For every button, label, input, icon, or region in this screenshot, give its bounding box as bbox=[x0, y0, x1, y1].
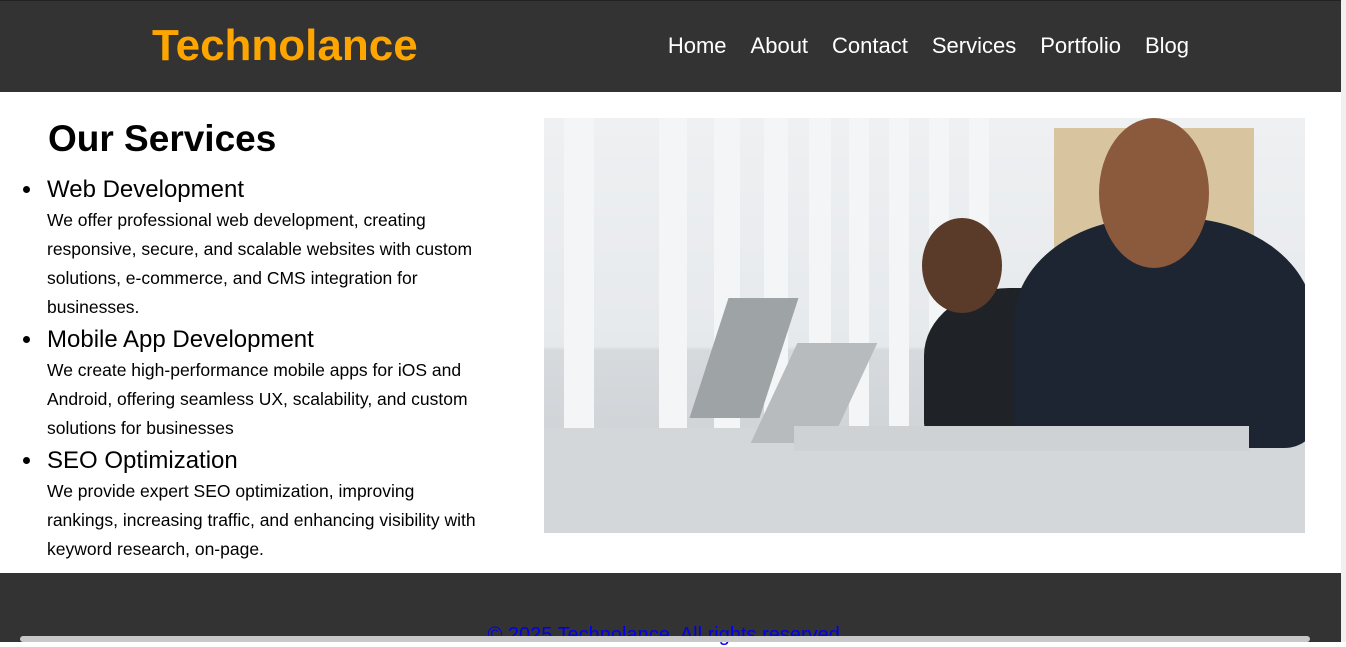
service-title: Web Development bbox=[47, 176, 244, 203]
horizontal-scrollbar[interactable] bbox=[20, 636, 1310, 642]
nav-contact-link[interactable]: Contact bbox=[832, 32, 908, 60]
service-item: Web Development We offer professional we… bbox=[23, 175, 487, 322]
service-item: SEO Optimization We provide expert SEO o… bbox=[23, 446, 487, 564]
site-logo[interactable]: Technolance bbox=[152, 21, 418, 71]
bullet-icon bbox=[23, 457, 30, 464]
service-description: We provide expert SEO optimization, impr… bbox=[47, 481, 476, 559]
service-title: Mobile App Development bbox=[47, 326, 314, 353]
services-section: Our Services Web Development We offer pr… bbox=[0, 91, 1341, 573]
site-header: Technolance Home About Contact Services … bbox=[0, 0, 1341, 92]
services-photo bbox=[544, 118, 1305, 533]
vertical-scrollbar[interactable] bbox=[1341, 0, 1346, 642]
nav-portfolio-link[interactable]: Portfolio bbox=[1040, 32, 1121, 60]
nav-services-link[interactable]: Services bbox=[932, 32, 1016, 60]
nav-home-link[interactable]: Home bbox=[668, 32, 727, 60]
service-item: Mobile App Development We create high-pe… bbox=[23, 325, 487, 443]
copyright-link[interactable]: © 2025 Technolance. All rights reserved. bbox=[0, 623, 1333, 647]
services-list: Web Development We offer professional we… bbox=[23, 175, 487, 567]
main-nav: Home About Contact Services Portfolio Bl… bbox=[644, 32, 1189, 60]
nav-about-link[interactable]: About bbox=[751, 32, 809, 60]
bullet-icon bbox=[23, 336, 30, 343]
bullet-icon bbox=[23, 186, 30, 193]
nav-blog-link[interactable]: Blog bbox=[1145, 32, 1189, 60]
service-description: We offer professional web development, c… bbox=[47, 210, 473, 317]
service-title: SEO Optimization bbox=[47, 447, 238, 474]
service-description: We create high-performance mobile apps f… bbox=[47, 360, 468, 438]
site-footer: © 2025 Technolance. All rights reserved. bbox=[0, 573, 1341, 646]
page-title: Our Services bbox=[48, 118, 277, 159]
